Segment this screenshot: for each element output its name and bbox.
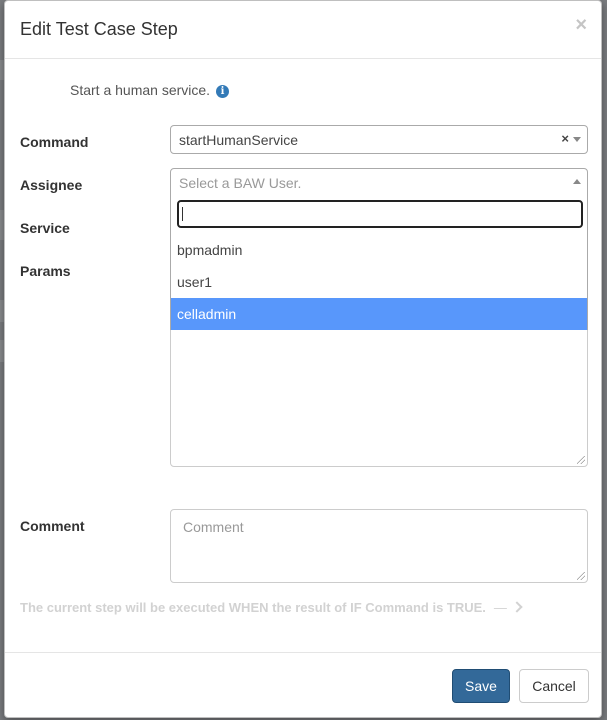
params-label: Params: [20, 263, 71, 279]
hint-text: Start a human service.: [70, 82, 211, 98]
comment-label: Comment: [20, 518, 85, 534]
info-icon[interactable]: i: [216, 85, 230, 98]
assignee-placeholder: Select a BAW User.: [179, 175, 302, 191]
footer-divider: [5, 652, 601, 653]
save-button[interactable]: Save: [452, 669, 510, 703]
command-label: Command: [20, 134, 89, 150]
modal-header: Edit Test Case Step ×: [5, 1, 601, 59]
modal-title: Edit Test Case Step: [20, 19, 178, 39]
resize-handle-icon[interactable]: [577, 572, 585, 580]
assignee-dropdown: bpmadmin user1 celladmin: [170, 195, 588, 330]
assignee-option-celladmin[interactable]: celladmin: [171, 298, 587, 330]
comment-placeholder: Comment: [183, 519, 244, 535]
cancel-button[interactable]: Cancel: [519, 669, 589, 703]
assignee-label: Assignee: [20, 177, 83, 193]
command-hint: Start a human service. i: [70, 82, 230, 98]
comment-textarea[interactable]: Comment: [170, 509, 588, 583]
condition-note: The current step will be executed WHEN t…: [20, 600, 523, 615]
chevron-down-icon[interactable]: [573, 137, 581, 142]
close-icon[interactable]: ×: [575, 15, 587, 35]
assignee-option-bpmadmin[interactable]: bpmadmin: [171, 234, 587, 266]
chevron-right-icon[interactable]: [511, 601, 523, 613]
edit-step-modal: Edit Test Case Step × Start a human serv…: [4, 0, 602, 718]
note-dash: —: [493, 600, 507, 615]
assignee-option-user1[interactable]: user1: [171, 266, 587, 298]
command-select[interactable]: startHumanService ×: [170, 125, 588, 154]
text-caret: [182, 207, 183, 221]
resize-handle-icon[interactable]: [577, 456, 585, 464]
command-value: startHumanService: [179, 132, 299, 148]
assignee-search-input[interactable]: [177, 200, 583, 228]
service-label: Service: [20, 220, 70, 236]
chevron-up-icon[interactable]: [573, 179, 581, 184]
condition-note-text: The current step will be executed WHEN t…: [20, 600, 486, 615]
clear-selection-icon[interactable]: ×: [561, 131, 569, 146]
assignee-select[interactable]: Select a BAW User.: [170, 168, 588, 197]
